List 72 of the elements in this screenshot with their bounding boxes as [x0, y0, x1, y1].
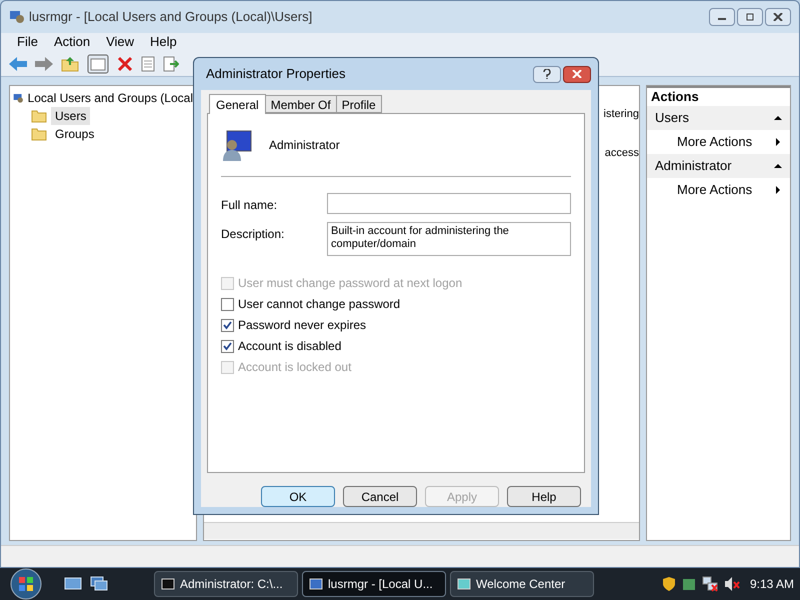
- arrow-right-icon[interactable]: [774, 138, 782, 146]
- user-icon: [221, 129, 253, 161]
- field-label: Description:: [221, 226, 286, 243]
- folder-icon: [31, 127, 47, 141]
- speaker-muted-icon[interactable]: [724, 576, 740, 592]
- checkbox-label: Account is locked out: [238, 359, 352, 376]
- close-icon: [773, 13, 783, 21]
- delete-icon[interactable]: [117, 56, 133, 72]
- action-link[interactable]: More Actions: [677, 132, 752, 152]
- back-icon[interactable]: [9, 56, 27, 70]
- export-icon[interactable]: [163, 56, 179, 72]
- table-cell-text: istering: [604, 107, 639, 122]
- maximize-button[interactable]: [737, 8, 763, 26]
- action-link[interactable]: More Actions: [677, 180, 752, 200]
- checkbox[interactable]: [221, 318, 234, 332]
- tray-icon[interactable]: [682, 576, 696, 592]
- clock[interactable]: 9:13 AM: [750, 575, 794, 593]
- help-button[interactable]: [533, 66, 561, 82]
- computer-users-icon: [309, 577, 323, 591]
- dialog-button[interactable]: Cancel: [343, 486, 417, 507]
- menu-item[interactable]: Help: [150, 32, 177, 52]
- tab[interactable]: Profile: [336, 95, 382, 113]
- checkbox-label: User cannot change password: [238, 296, 400, 313]
- dialog-title: Administrator Properties: [205, 65, 346, 84]
- desktop-icon[interactable]: [64, 576, 82, 592]
- taskbar-button[interactable]: lusrmgr - [Local U...: [302, 571, 446, 597]
- switch-windows-icon[interactable]: [90, 576, 108, 592]
- checkbox-label: Password never expires: [238, 317, 366, 334]
- menu-item[interactable]: Action: [54, 32, 90, 52]
- full-name-field[interactable]: [327, 193, 571, 214]
- window-title: lusrmgr - [Local Users and Groups (Local)\Users]: [29, 8, 312, 26]
- folder-up-icon[interactable]: [61, 56, 79, 72]
- panel-icon[interactable]: [87, 54, 109, 74]
- minimize-button[interactable]: [709, 8, 735, 26]
- tab[interactable]: Member Of: [266, 95, 337, 113]
- dialog-button[interactable]: OK: [261, 486, 335, 507]
- menu-item[interactable]: File: [17, 32, 38, 52]
- description-field[interactable]: Built-in account for administering the computer/domain: [327, 222, 571, 256]
- close-button[interactable]: [765, 8, 791, 26]
- action-section-header[interactable]: Users: [647, 106, 790, 130]
- question-icon: [543, 69, 551, 79]
- checkbox[interactable]: [221, 298, 234, 310]
- user-name: Administrator: [269, 137, 340, 154]
- taskbar-button[interactable]: Welcome Center: [450, 571, 594, 597]
- action-section-header[interactable]: Administrator: [647, 154, 790, 178]
- document-icon[interactable]: [141, 56, 155, 72]
- tree-item[interactable]: Local Users and Groups (Local: [28, 89, 193, 107]
- close-button[interactable]: [563, 66, 591, 82]
- taskbar-button[interactable]: Administrator: C:\...: [154, 571, 298, 597]
- checkbox[interactable]: [221, 340, 234, 352]
- checkbox-label: Account is disabled: [238, 338, 342, 355]
- dialog-button[interactable]: Help: [507, 486, 581, 507]
- close-icon: [572, 70, 582, 78]
- tree-item[interactable]: Groups: [51, 125, 98, 143]
- field-label: Full name:: [221, 197, 278, 214]
- arrow-right-icon[interactable]: [774, 186, 782, 194]
- folder-icon: [31, 109, 47, 123]
- app-icon: [9, 9, 25, 25]
- document-icon: [457, 577, 471, 591]
- horizontal-scrollbar[interactable]: [204, 522, 639, 539]
- menu-item[interactable]: View: [106, 32, 134, 52]
- maximize-icon: [745, 13, 755, 21]
- forward-icon[interactable]: [35, 56, 53, 70]
- network-icon[interactable]: [702, 576, 718, 592]
- collapse-icon[interactable]: [774, 162, 782, 170]
- console-icon: [161, 577, 175, 591]
- tree-item[interactable]: Users: [51, 107, 90, 125]
- shield-icon[interactable]: [662, 576, 676, 592]
- table-cell-text: access: [604, 146, 639, 160]
- checkbox-label: User must change password at next logon: [238, 275, 462, 292]
- tab[interactable]: General: [209, 94, 266, 114]
- collapse-icon[interactable]: [774, 114, 782, 122]
